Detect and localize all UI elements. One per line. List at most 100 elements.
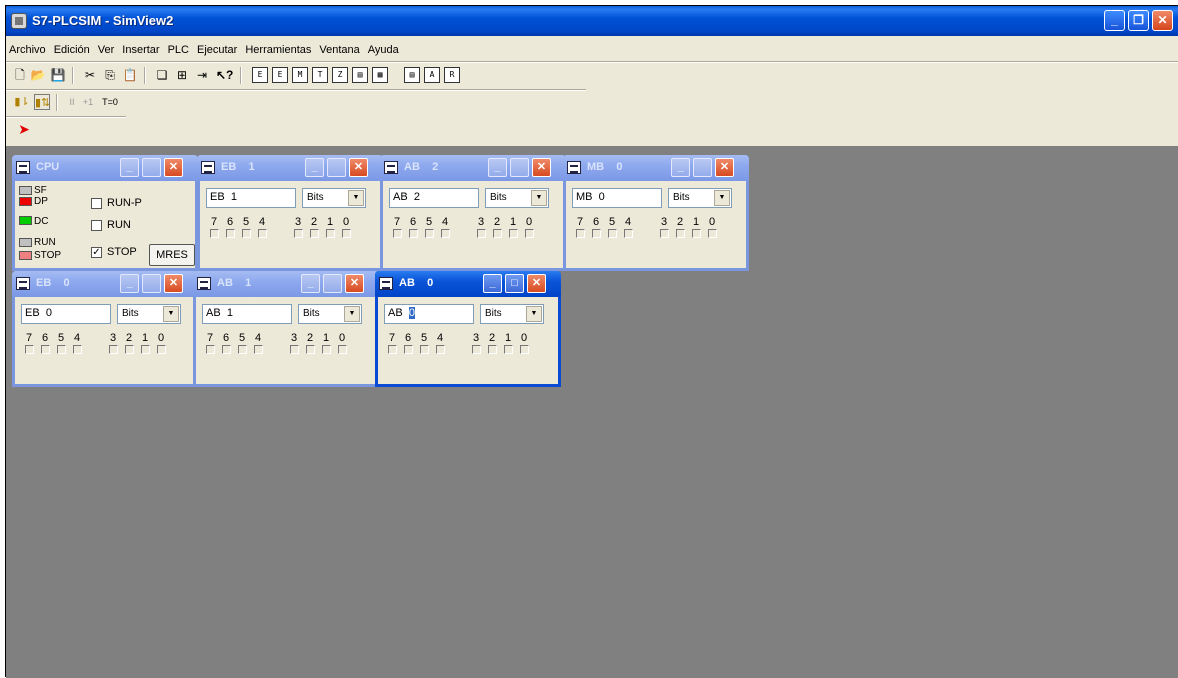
bit-checkbox[interactable] [435,345,445,354]
run-checkbox[interactable] [91,220,102,231]
menu-ver[interactable]: Ver [95,42,120,56]
child-maximize-button[interactable]: □ [510,158,529,177]
child-close-button[interactable]: ✕ [715,158,734,177]
close-button[interactable]: ✕ [1152,10,1173,31]
bit-checkbox[interactable] [325,229,335,238]
bit-checkbox[interactable] [403,345,413,354]
bit-checkbox[interactable] [408,229,418,238]
child-maximize-button[interactable]: □ [505,274,524,293]
chevron-down-icon[interactable]: ▼ [344,306,360,322]
bit-checkbox[interactable] [56,345,66,354]
stop-checkbox[interactable]: ✓ [91,247,102,258]
bit-checkbox[interactable] [309,229,319,238]
menu-plc[interactable]: PLC [165,42,194,56]
child-maximize-button[interactable]: □ [142,274,161,293]
bit-checkbox[interactable] [519,345,529,354]
chevron-down-icon[interactable]: ▼ [526,306,542,322]
bit-checkbox[interactable] [691,229,701,238]
monitor-window[interactable]: AB 0 _ □ ✕ AB 0 Bits ▼ 7 6 5 4 3 2 1 0 [375,271,561,387]
child-minimize-button[interactable]: _ [120,274,139,293]
bit-checkbox[interactable] [503,345,513,354]
monitor-window[interactable]: MB 0_□✕MB 0Bits▼76543210 [563,155,749,271]
child-close-button[interactable]: ✕ [527,274,546,293]
minimize-button[interactable]: _ [1104,10,1125,31]
bit-checkbox[interactable] [659,229,669,238]
child-minimize-button[interactable]: _ [305,158,324,177]
monitor-window[interactable]: AB 1_□✕AB 1Bits▼76543210 [193,271,379,387]
format-select[interactable]: Bits ▼ [298,304,362,324]
bit-checkbox[interactable] [575,229,585,238]
address-input[interactable]: MB 0 [572,188,662,208]
bit-checkbox[interactable] [419,345,429,354]
child-titlebar[interactable]: AB 1 _□✕ [193,271,379,297]
bit-checkbox[interactable] [209,229,219,238]
bit-checkbox[interactable] [591,229,601,238]
chevron-down-icon[interactable]: ▼ [714,190,730,206]
child-minimize-button[interactable]: _ [120,158,139,177]
context-help-icon[interactable]: ↖? [216,67,233,83]
bit-checkbox[interactable] [241,229,251,238]
child-close-button[interactable]: ✕ [164,274,183,293]
bit-checkbox[interactable] [24,345,34,354]
bit-checkbox[interactable] [124,345,134,354]
pointer-red-icon[interactable]: ➤ [16,121,32,137]
menu-ejecutar[interactable]: Ejecutar [194,42,242,56]
bit-checkbox[interactable] [392,229,402,238]
insert-output-icon[interactable]: E [272,67,288,83]
next-scan-icon[interactable]: +1 [80,94,96,110]
cut-icon[interactable]: ✂ [82,67,98,83]
bit-checkbox[interactable] [293,229,303,238]
menu-herramientas[interactable]: Herramientas [242,42,316,56]
bit-checkbox[interactable] [40,345,50,354]
chevron-down-icon[interactable]: ▼ [163,306,179,322]
format-select[interactable]: Bits ▼ [117,304,181,324]
insert-accu-icon[interactable]: A [424,67,440,83]
open-folder-icon[interactable]: 📂 [30,67,46,83]
app-icon[interactable] [11,13,27,29]
monitor-window[interactable]: EB 0_□✕EB 0Bits▼76543210 [12,271,198,387]
bit-checkbox[interactable] [341,229,351,238]
insert-block-regs-icon[interactable]: R [444,67,460,83]
child-close-button[interactable]: ✕ [349,158,368,177]
bit-checkbox[interactable] [424,229,434,238]
bit-checkbox[interactable] [476,229,486,238]
bit-checkbox[interactable] [487,345,497,354]
child-close-button[interactable]: ✕ [532,158,551,177]
child-minimize-button[interactable]: _ [488,158,507,177]
bit-checkbox[interactable] [508,229,518,238]
child-titlebar[interactable]: EB 1 _□✕ [197,155,383,181]
format-select[interactable]: Bits ▼ [480,304,544,324]
child-titlebar[interactable]: AB 0 _ □ ✕ [375,271,561,297]
cascade-icon[interactable]: ❏ [154,67,170,83]
bit-checkbox[interactable] [205,345,215,354]
bit-checkbox[interactable] [492,229,502,238]
mres-button[interactable]: MRES [149,244,195,266]
format-select[interactable]: Bits ▼ [485,188,549,208]
format-select[interactable]: Bits ▼ [668,188,732,208]
bit-checkbox[interactable] [471,345,481,354]
bit-checkbox[interactable] [524,229,534,238]
pin-icon[interactable]: ⇥ [194,67,210,83]
child-minimize-button[interactable]: _ [671,158,690,177]
child-minimize-button[interactable]: _ [483,274,502,293]
bit-checkbox[interactable] [440,229,450,238]
title-bar[interactable]: S7-PLCSIM - SimView2 _ ❐ ✕ [6,6,1178,36]
format-select[interactable]: Bits ▼ [302,188,366,208]
bit-checkbox[interactable] [225,229,235,238]
bit-checkbox[interactable] [257,229,267,238]
chevron-down-icon[interactable]: ▼ [348,190,364,206]
insert-stack-icon[interactable]: ▤ [404,67,420,83]
cpu-window[interactable]: CPU _ □ ✕ SF DP DC RUN STOP RUN-P RUN [12,155,198,271]
bit-checkbox[interactable] [140,345,150,354]
insert-generic-icon[interactable]: ▤ [352,67,368,83]
bit-checkbox[interactable] [387,345,397,354]
continuous-scan-icon[interactable]: ▮⇅ [34,94,50,110]
menu-ayuda[interactable]: Ayuda [365,42,404,56]
single-scan-icon[interactable]: ▮⇂ [14,94,30,110]
address-input[interactable]: AB 1 [202,304,292,324]
child-close-button[interactable]: ✕ [164,158,183,177]
new-file-icon[interactable]: 🗋 [12,67,28,83]
bit-checkbox[interactable] [253,345,263,354]
child-close-button[interactable]: ✕ [345,274,364,293]
pause-icon[interactable]: II [64,94,80,110]
